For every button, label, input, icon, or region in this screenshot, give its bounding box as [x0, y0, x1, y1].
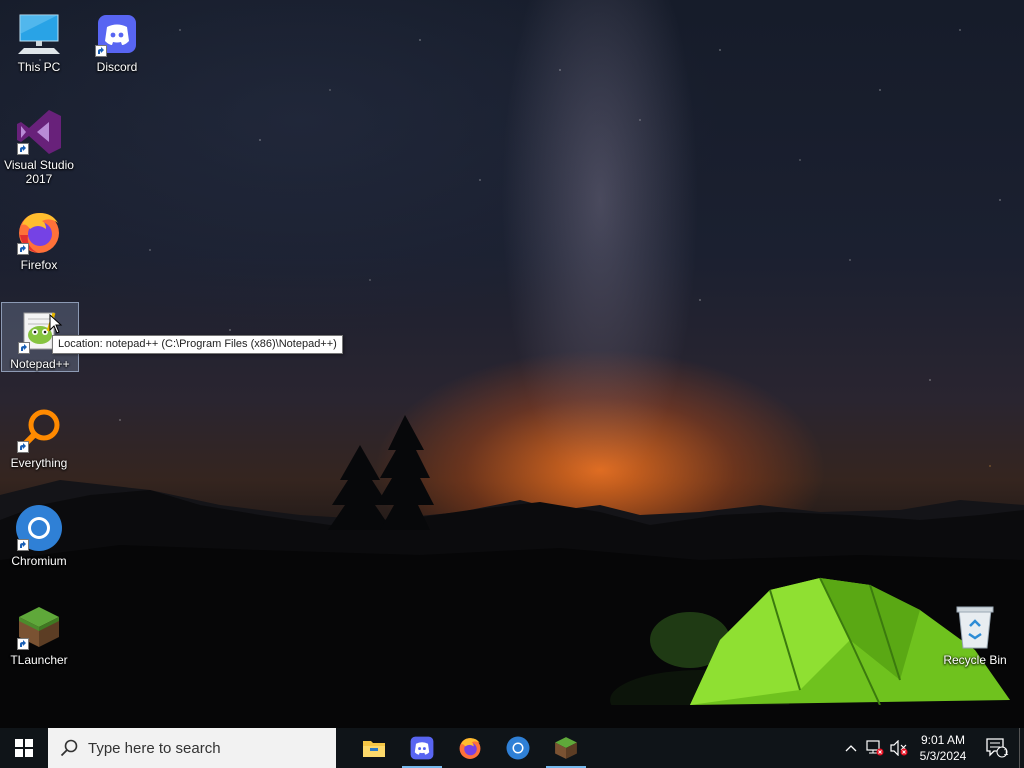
desktop-icon-label: Notepad++ [10, 357, 70, 371]
shortcut-arrow-icon [17, 638, 29, 650]
chromium-icon [15, 504, 63, 552]
taskbar-discord[interactable] [398, 728, 446, 768]
recycle-bin-icon [951, 603, 999, 651]
taskbar-search-box[interactable]: Type here to search [48, 728, 336, 768]
shortcut-arrow-icon [17, 243, 29, 255]
visual-studio-icon [15, 108, 63, 156]
show-desktop-button[interactable] [1019, 728, 1024, 768]
chromium-icon [506, 736, 530, 760]
shortcut-arrow-icon [17, 143, 29, 155]
firefox-icon [459, 738, 481, 759]
mouse-cursor-icon [49, 314, 63, 334]
start-button[interactable] [0, 728, 48, 768]
shortcut-arrow-icon [17, 539, 29, 551]
speaker-muted-icon [890, 740, 908, 756]
monitor-icon [15, 10, 63, 58]
desktop-icon-firefox[interactable]: Firefox [0, 204, 78, 274]
system-tray: 9:01 AM 5/3/2024 1 [839, 728, 1024, 768]
taskbar-chromium[interactable] [494, 728, 542, 768]
volume-control[interactable] [887, 728, 911, 768]
wallpaper-landscape [0, 415, 1024, 728]
taskbar-clock[interactable]: 9:01 AM 5/3/2024 [911, 728, 975, 768]
discord-icon [93, 10, 141, 58]
taskbar-file-explorer[interactable] [350, 728, 398, 768]
firefox-icon [15, 208, 63, 256]
desktop-icon-visual-studio[interactable]: Visual Studio 2017 [0, 104, 78, 188]
file-explorer-icon [363, 741, 385, 757]
taskbar-tlauncher[interactable] [542, 728, 590, 768]
shortcut-arrow-icon [17, 441, 29, 453]
windows-logo-icon [15, 739, 33, 757]
everything-icon [15, 406, 63, 454]
notification-count-badge: 1 [1003, 747, 1009, 757]
desktop-icon-this-pc[interactable]: This PC [0, 6, 78, 76]
discord-icon [410, 736, 434, 760]
tlauncher-icon [555, 737, 577, 759]
taskbar-firefox[interactable] [446, 728, 494, 768]
action-center-button[interactable]: 1 [975, 728, 1019, 768]
search-placeholder: Type here to search [88, 739, 221, 757]
tlauncher-icon [15, 603, 63, 651]
shortcut-arrow-icon [18, 342, 30, 354]
desktop-icon-label: This PC [17, 60, 61, 74]
show-hidden-icons-chevron[interactable] [839, 728, 863, 768]
clock-time: 9:01 AM [920, 733, 966, 747]
taskbar: Type here to search 9:01 AM 5/3/2024 1 [0, 728, 1024, 768]
desktop-icon-label: Discord [96, 60, 138, 74]
location-tooltip: Location: notepad++ (C:\Program Files (x… [52, 335, 343, 354]
clock-date: 5/3/2024 [919, 749, 967, 763]
desktop-icon-recycle-bin[interactable]: Recycle Bin [936, 599, 1014, 669]
desktop-icon-label: Visual Studio 2017 [4, 158, 74, 186]
shortcut-arrow-icon [95, 45, 107, 57]
desktop-icon-everything[interactable]: Everything [0, 402, 78, 472]
desktop-icon-chromium[interactable]: Chromium [0, 500, 78, 570]
desktop-icon-label: Recycle Bin [943, 653, 1007, 667]
chevron-up-icon [845, 745, 857, 752]
network-status[interactable] [863, 728, 887, 768]
desktop-icon-label: TLauncher [10, 653, 68, 667]
desktop-wallpaper [0, 0, 1024, 728]
desktop-icon-discord[interactable]: Discord [78, 6, 156, 76]
desktop-icon-label: Firefox [20, 258, 58, 272]
search-icon [60, 739, 78, 757]
desktop-icon-label: Everything [10, 456, 68, 470]
network-disconnected-icon [866, 740, 884, 756]
desktop-icon-tlauncher[interactable]: TLauncher [0, 599, 78, 669]
desktop-icon-label: Chromium [11, 554, 67, 568]
